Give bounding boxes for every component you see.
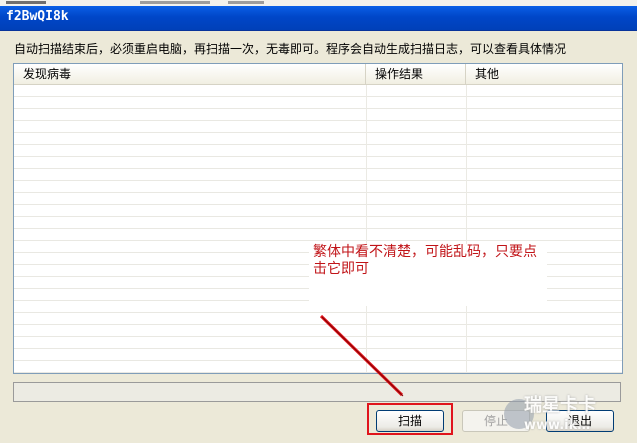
watermark-logo: 瑞星卡卡 www.ik… [498, 395, 634, 439]
watermark-domain: www.ik… [524, 418, 591, 433]
arrow-line-shadow [321, 316, 404, 397]
annotation-arrow [319, 314, 404, 397]
watermark-text: 瑞星卡卡 [524, 395, 596, 416]
